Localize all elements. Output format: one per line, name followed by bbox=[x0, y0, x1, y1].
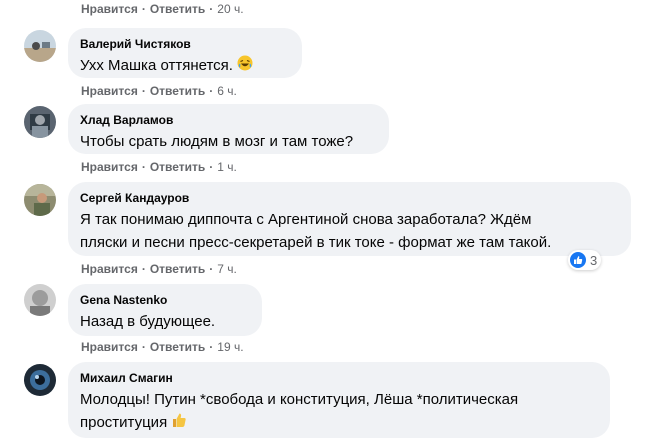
comment-text-line: пляски и песни пресс-секретарей в тик то… bbox=[80, 234, 552, 251]
like-link[interactable]: Нравится bbox=[81, 262, 138, 276]
comment-actions: Нравится · Ответить · 6 ч. bbox=[81, 84, 237, 98]
comment-bubble: Gena Nastenko Назад в будующее. bbox=[68, 284, 262, 336]
comment-bubble: Михаил Смагин Молодцы! Путин *свобода и … bbox=[68, 362, 610, 438]
comment-text-line: проституция bbox=[80, 411, 598, 435]
comment-actions: Нравится · Ответить · 7 ч. bbox=[81, 262, 237, 276]
separator: · bbox=[141, 2, 146, 16]
comment-time[interactable]: 6 ч. bbox=[217, 84, 237, 98]
separator: · bbox=[141, 262, 146, 276]
comment-text-line-part: проституция bbox=[80, 414, 168, 431]
comment-text: Молодцы! Путин *свобода и конституция, Л… bbox=[80, 388, 598, 435]
separator: · bbox=[209, 2, 214, 16]
avatar[interactable] bbox=[24, 184, 56, 216]
comment-author[interactable]: Хлад Варламов bbox=[80, 112, 377, 128]
comment-text: Чтобы срать людям в мозг и там тоже? bbox=[80, 133, 354, 150]
avatar[interactable] bbox=[24, 106, 56, 138]
thumbs-up-emoji-icon bbox=[171, 412, 187, 435]
comment-actions: Нравится · Ответить · 20 ч. bbox=[81, 2, 244, 16]
avatar[interactable] bbox=[24, 30, 56, 62]
comment-time[interactable]: 20 ч. bbox=[217, 2, 243, 16]
comment-text: Назад в будующее. bbox=[80, 313, 216, 330]
comment-time[interactable]: 1 ч. bbox=[217, 160, 237, 174]
comment-text: Я так понимаю диппочта с Аргентиной снов… bbox=[80, 208, 619, 254]
separator: · bbox=[209, 262, 214, 276]
comment-text-wrap: Ухх Машка оттянется. bbox=[80, 54, 290, 78]
laughing-emoji-icon bbox=[237, 55, 253, 78]
comment-actions: Нравится · Ответить · 1 ч. bbox=[81, 160, 237, 174]
comment-author[interactable]: Gena Nastenko bbox=[80, 292, 250, 308]
separator: · bbox=[209, 340, 214, 354]
reaction-summary[interactable]: 3 bbox=[568, 250, 602, 270]
comment-text-line: Я так понимаю диппочта с Аргентиной снов… bbox=[80, 211, 532, 228]
reply-link[interactable]: Ответить bbox=[150, 340, 205, 354]
comment-bubble: Сергей Кандауров Я так понимаю диппочта … bbox=[68, 182, 631, 256]
like-link[interactable]: Нравится bbox=[81, 340, 138, 354]
comment-actions: Нравится · Ответить · 19 ч. bbox=[81, 340, 244, 354]
comment-text: Ухх Машка оттянется. bbox=[80, 57, 233, 74]
comment-bubble: Валерий Чистяков Ухх Машка оттянется. bbox=[68, 28, 302, 78]
like-reaction-icon bbox=[570, 252, 586, 268]
reply-link[interactable]: Ответить bbox=[150, 2, 205, 16]
separator: · bbox=[141, 340, 146, 354]
like-link[interactable]: Нравится bbox=[81, 2, 138, 16]
avatar[interactable] bbox=[24, 364, 56, 396]
separator: · bbox=[141, 84, 146, 98]
comment-time[interactable]: 19 ч. bbox=[217, 340, 243, 354]
avatar[interactable] bbox=[24, 284, 56, 316]
separator: · bbox=[209, 160, 214, 174]
reply-link[interactable]: Ответить bbox=[150, 262, 205, 276]
comment-text-line: Молодцы! Путин *свобода и конституция, Л… bbox=[80, 391, 519, 408]
separator: · bbox=[141, 160, 146, 174]
comment-bubble: Хлад Варламов Чтобы срать людям в мозг и… bbox=[68, 104, 389, 154]
reply-link[interactable]: Ответить bbox=[150, 160, 205, 174]
separator: · bbox=[209, 84, 214, 98]
like-link[interactable]: Нравится bbox=[81, 84, 138, 98]
like-link[interactable]: Нравится bbox=[81, 160, 138, 174]
reply-link[interactable]: Ответить bbox=[150, 84, 205, 98]
comment-time[interactable]: 7 ч. bbox=[217, 262, 237, 276]
comment-author[interactable]: Михаил Смагин bbox=[80, 370, 598, 386]
reaction-count: 3 bbox=[590, 252, 598, 268]
comment-author[interactable]: Сергей Кандауров bbox=[80, 190, 619, 206]
comment-author[interactable]: Валерий Чистяков bbox=[80, 36, 290, 52]
